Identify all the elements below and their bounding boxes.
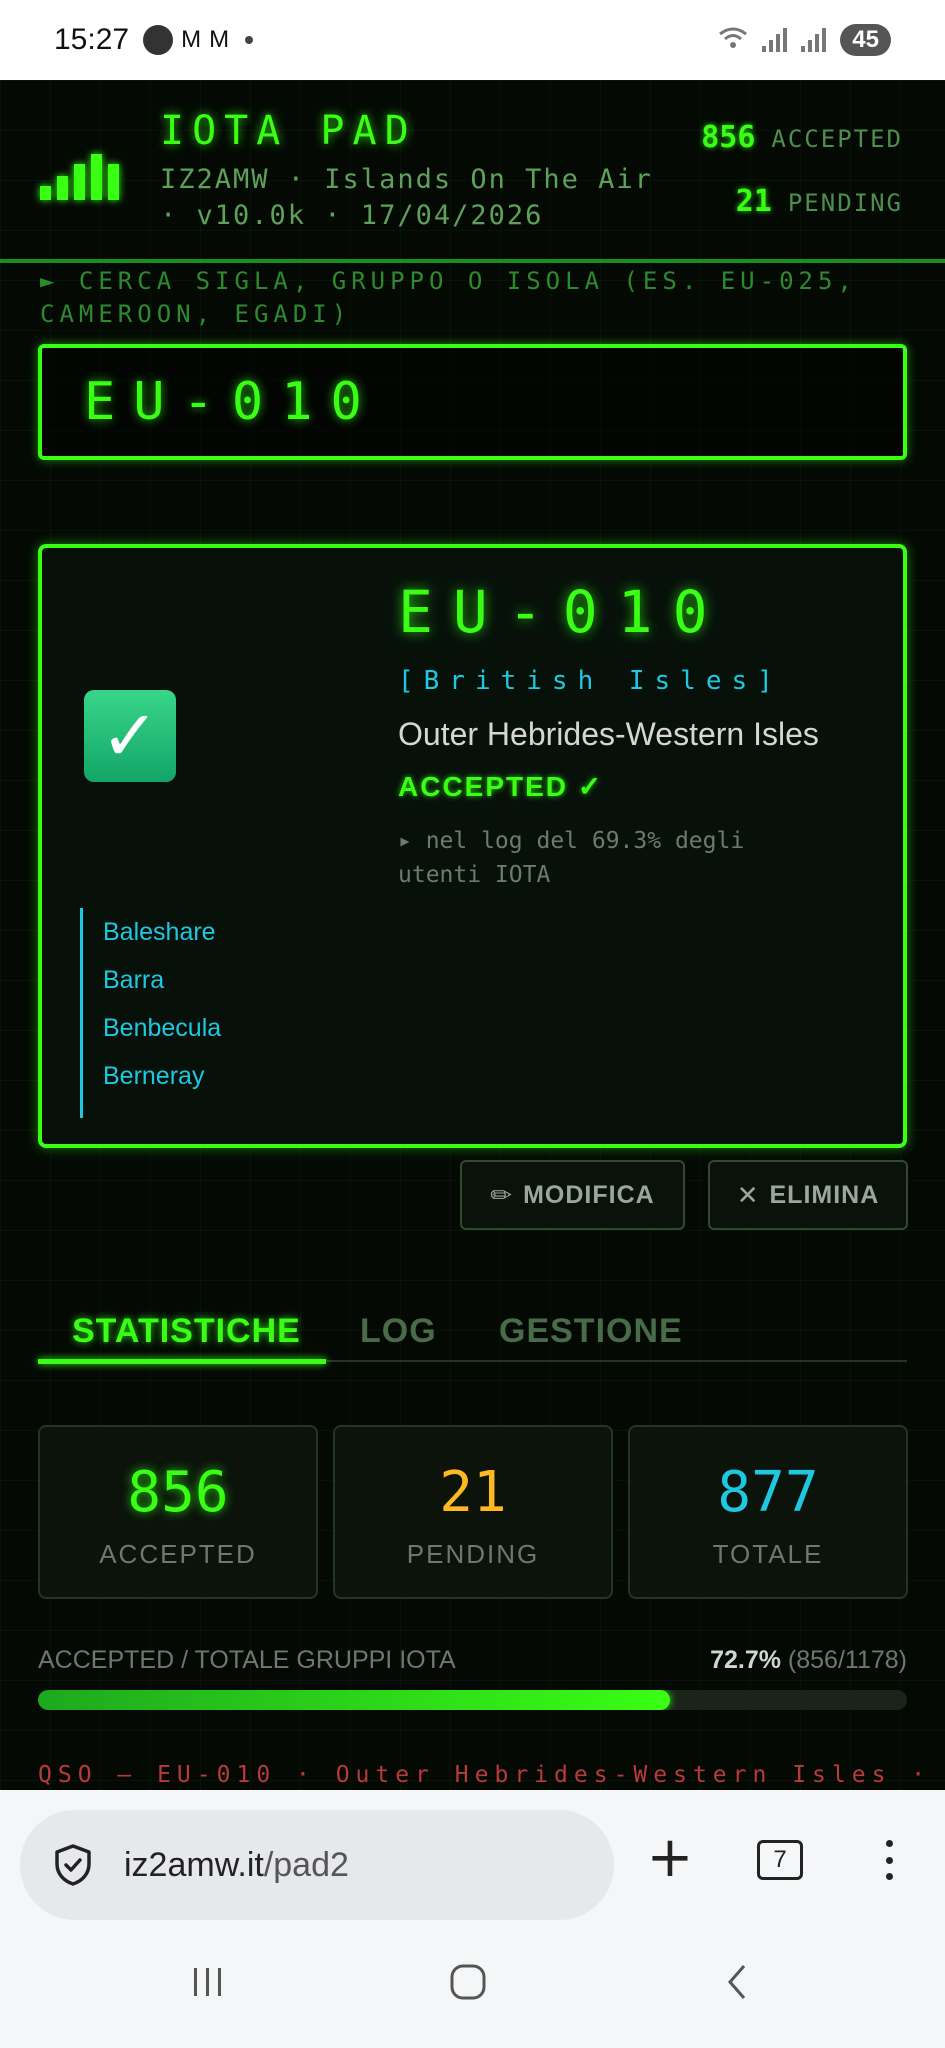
app-content: IOTA PAD IZ2AMW · Islands On The Air · v… (0, 80, 945, 1790)
qso-ticker: QSO — EU-010 · Outer Hebrides-Western Is… (38, 1762, 932, 1788)
search-label: ► CERCA SIGLA, GRUPPO O ISOLA (ES. EU-02… (40, 267, 857, 328)
recent-apps-icon[interactable] (188, 1962, 228, 2006)
result-group: [British Isles] (398, 666, 783, 696)
stat-card-accepted: 856 ACCEPTED (38, 1425, 318, 1599)
progress-percent: 72.7% (710, 1646, 781, 1674)
tab-log[interactable]: LOG (360, 1312, 437, 1351)
result-card: ✓ EU-010 [British Isles] Outer Hebrides-… (38, 544, 907, 1148)
result-code: EU-010 (398, 578, 728, 646)
progress-value: 72.7% (856/1178) (710, 1646, 907, 1675)
app-title: IOTA PAD (160, 108, 417, 154)
stat-value: 856 (127, 1460, 229, 1525)
island-item: Barra (103, 966, 165, 994)
app-header: IOTA PAD IZ2AMW · Islands On The Air · v… (0, 80, 945, 263)
active-tab-indicator (38, 1359, 326, 1364)
stat-label: TOTALE (712, 1539, 824, 1569)
island-item: Berneray (103, 1062, 205, 1090)
result-status: ACCEPTED ✓ (398, 771, 604, 802)
tab-gestione[interactable]: GESTIONE (499, 1312, 683, 1351)
shield-icon[interactable] (50, 1842, 96, 1888)
progress-label: ACCEPTED / TOTALE GRUPPI IOTA (38, 1646, 456, 1674)
progress-ratio: (856/1178) (787, 1646, 907, 1674)
stat-card-pending: 21 PENDING (333, 1425, 613, 1599)
delete-button-label: ELIMINA (769, 1180, 880, 1209)
lightning-icon (143, 25, 174, 55)
edit-button-label: MODIFICA (523, 1180, 655, 1209)
gmail-icon: M (209, 26, 230, 53)
browser-bottom-bar: iz2amw.it/pad2 + 7 (0, 1790, 945, 2048)
header-pending-stat: 21 PENDING (736, 184, 903, 219)
status-bar: 15:27 M M 45 (0, 0, 945, 80)
url-text: iz2amw.it/pad2 (124, 1846, 349, 1885)
header-accepted-count: 856 (701, 120, 756, 155)
more-options-icon[interactable] (874, 1834, 904, 1886)
stat-value: 21 (439, 1460, 507, 1525)
battery-indicator: 45 (840, 24, 891, 56)
stat-value: 877 (717, 1460, 819, 1525)
wifi-icon (718, 26, 748, 54)
island-item: Benbecula (103, 1014, 222, 1042)
progress-bar (38, 1690, 907, 1710)
more-notifications-dot (245, 36, 254, 44)
island-item: Baleshare (103, 918, 216, 946)
stat-label: PENDING (406, 1539, 540, 1569)
header-pending-label: PENDING (787, 189, 903, 217)
close-icon: ✕ (736, 1179, 760, 1210)
app-subtitle: IZ2AMW · Islands On The Air · v10.0k · 1… (160, 164, 653, 231)
edit-button[interactable]: ✏ MODIFICA (460, 1160, 685, 1230)
header-pending-count: 21 (735, 184, 772, 219)
home-icon[interactable] (448, 1962, 488, 2006)
tab-switcher-button[interactable]: 7 (757, 1840, 803, 1880)
search-input[interactable]: EU-010 (38, 344, 907, 460)
url-path: /pad2 (263, 1845, 349, 1884)
island-list[interactable]: Baleshare Barra Benbecula Berneray - (80, 908, 380, 1118)
stat-card-total: 877 TOTALE (628, 1425, 908, 1599)
gmail-icon: M (181, 26, 202, 53)
check-mark-icon: ✓ (84, 690, 176, 782)
url-domain: iz2amw.it (124, 1845, 264, 1884)
header-accepted-label: ACCEPTED (771, 125, 903, 153)
status-time: 15:27 (54, 23, 130, 56)
result-name: Outer Hebrides-Western Isles (398, 716, 819, 752)
delete-button[interactable]: ✕ ELIMINA (708, 1160, 908, 1230)
progress-bar-fill (38, 1690, 670, 1710)
signal-bars-logo-icon (40, 146, 119, 200)
tab-bar: STATISTICHE LOG GESTIONE (38, 1312, 907, 1364)
header-accepted-stat: 856 ACCEPTED (701, 120, 903, 155)
tab-statistiche[interactable]: STATISTICHE (72, 1312, 301, 1351)
stat-label: ACCEPTED (99, 1539, 257, 1569)
search-input-value: EU-010 (84, 372, 380, 432)
system-navigation-bar (0, 1940, 945, 2040)
pencil-icon: ✏ (490, 1179, 514, 1210)
address-bar[interactable]: iz2amw.it/pad2 (20, 1810, 614, 1920)
new-tab-plus-icon[interactable]: + (644, 1830, 696, 1886)
island-item: - (103, 1100, 380, 1118)
back-icon[interactable] (718, 1962, 758, 2006)
signal-icon (801, 28, 827, 52)
signal-icon (762, 28, 788, 52)
notification-icons: M M (143, 25, 254, 55)
result-log-percentage: ▸ nel log del 69.3% degli utenti IOTA (398, 828, 745, 888)
